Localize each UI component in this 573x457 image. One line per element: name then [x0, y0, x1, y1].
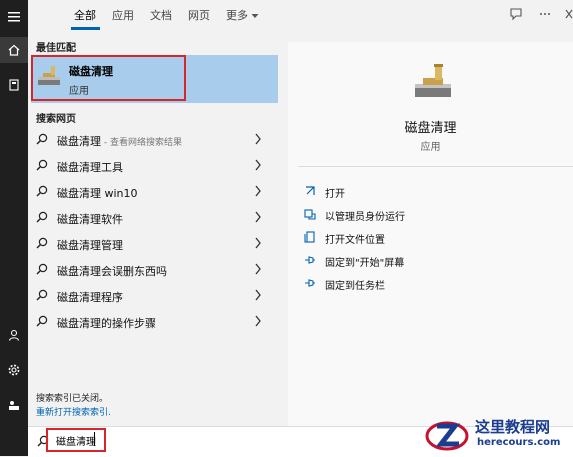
home-button[interactable]	[0, 37, 28, 63]
search-tab-bar: 全部 应用 文档 网页 更多	[28, 0, 573, 30]
web-result-text: 磁盘清理会误删东西吗	[57, 265, 167, 278]
chevron-right-icon	[255, 159, 261, 171]
home-icon	[8, 44, 20, 56]
feedback-icon	[9, 401, 19, 410]
web-result-item[interactable]: 磁盘清理 win10	[28, 179, 280, 205]
web-result-text: 磁盘清理管理	[57, 239, 123, 252]
chevron-right-icon	[255, 315, 261, 327]
search-icon	[36, 315, 48, 327]
web-result-text: 磁盘清理程序	[57, 291, 123, 304]
search-icon	[36, 237, 48, 249]
highlight-box	[31, 55, 186, 101]
search-icon	[36, 185, 48, 197]
search-input[interactable]: 磁盘清理	[56, 433, 96, 448]
pin-start-icon	[305, 256, 315, 264]
tab-more[interactable]: 更多	[226, 7, 259, 23]
documents-button[interactable]	[0, 72, 28, 98]
menu-icon	[8, 12, 20, 22]
run-as-admin-icon	[304, 209, 316, 220]
search-icon	[36, 263, 48, 275]
pin-taskbar-icon	[305, 279, 315, 287]
watermark-logo	[425, 421, 469, 451]
action-run-as-admin[interactable]: 以管理员身份运行	[304, 206, 544, 224]
tab-apps[interactable]: 应用	[112, 7, 134, 23]
web-result-item[interactable]: 磁盘清理软件	[28, 205, 280, 231]
search-icon	[36, 211, 48, 223]
web-result-item[interactable]: 磁盘清理工具	[28, 153, 280, 179]
index-off-notice: 搜索索引已关闭。	[36, 394, 109, 404]
web-result-text: 磁盘清理	[57, 135, 101, 148]
chevron-down-icon	[251, 14, 259, 18]
web-result-text: 磁盘清理工具	[57, 161, 123, 174]
open-icon	[306, 186, 315, 195]
best-match-heading: 最佳匹配	[36, 43, 76, 54]
disk-cleanup-icon	[415, 64, 451, 97]
action-open-file-location[interactable]: 打开文件位置	[304, 229, 544, 247]
web-result-text: 磁盘清理软件	[57, 213, 123, 226]
preview-subtitle: 应用	[420, 142, 441, 153]
close-icon[interactable]	[565, 9, 573, 19]
chevron-right-icon	[255, 237, 261, 249]
chevron-right-icon	[255, 133, 261, 145]
divider	[298, 166, 573, 167]
web-result-text: 磁盘清理 win10	[57, 187, 138, 200]
search-icon	[36, 133, 48, 145]
preview-title: 磁盘清理	[404, 121, 457, 136]
start-taskbar	[0, 0, 28, 456]
action-pin-taskbar[interactable]: 固定到任务栏	[304, 275, 544, 293]
web-result-item[interactable]: 磁盘清理的操作步骤	[28, 309, 280, 335]
gear-icon	[8, 364, 20, 376]
chevron-right-icon	[255, 185, 261, 197]
results-pane: 最佳匹配 磁盘清理 应用 搜索网页 磁盘清理 - 查看网络搜索结果 磁盘清理工具…	[28, 30, 280, 426]
web-result-text: 磁盘清理的操作步骤	[57, 317, 156, 330]
watermark-url: herecours.com	[477, 437, 561, 448]
reenable-index-link[interactable]: 重新打开搜索索引.	[36, 405, 111, 418]
chevron-right-icon	[255, 263, 261, 275]
text-caret	[94, 432, 95, 446]
web-result-item[interactable]: 磁盘清理管理	[28, 231, 280, 257]
notebook-icon	[9, 79, 19, 91]
tab-web[interactable]: 网页	[188, 7, 210, 23]
settings-button[interactable]	[0, 357, 28, 383]
user-icon	[8, 329, 20, 341]
watermark: 这里教程网 herecours.com	[425, 412, 573, 456]
chevron-right-icon	[255, 211, 261, 223]
action-open[interactable]: 打开	[304, 183, 544, 201]
web-search-heading: 搜索网页	[36, 114, 76, 125]
preview-pane: 磁盘清理 应用 打开 以管理员身份运行 打开文件位置 固定到"开始"屏幕 固定到…	[288, 42, 573, 426]
more-options-icon[interactable]	[539, 12, 551, 16]
web-result-item[interactable]: 磁盘清理会误删东西吗	[28, 257, 280, 283]
tab-documents[interactable]: 文档	[150, 7, 172, 23]
web-result-item[interactable]: 磁盘清理程序	[28, 283, 280, 309]
search-icon	[36, 159, 48, 171]
hamburger-menu-button[interactable]	[0, 4, 28, 30]
web-result-hint: - 查看网络搜索结果	[101, 138, 182, 148]
search-icon	[36, 289, 48, 301]
feedback-button[interactable]	[0, 392, 28, 418]
feedback-hub-icon[interactable]	[509, 7, 523, 21]
web-result-item[interactable]: 磁盘清理 - 查看网络搜索结果	[28, 127, 280, 153]
file-location-icon	[304, 231, 315, 243]
tab-all[interactable]: 全部	[74, 7, 96, 23]
chevron-right-icon	[255, 289, 261, 301]
watermark-name: 这里教程网	[475, 418, 551, 436]
action-pin-start[interactable]: 固定到"开始"屏幕	[304, 252, 544, 270]
account-button[interactable]	[0, 322, 28, 348]
